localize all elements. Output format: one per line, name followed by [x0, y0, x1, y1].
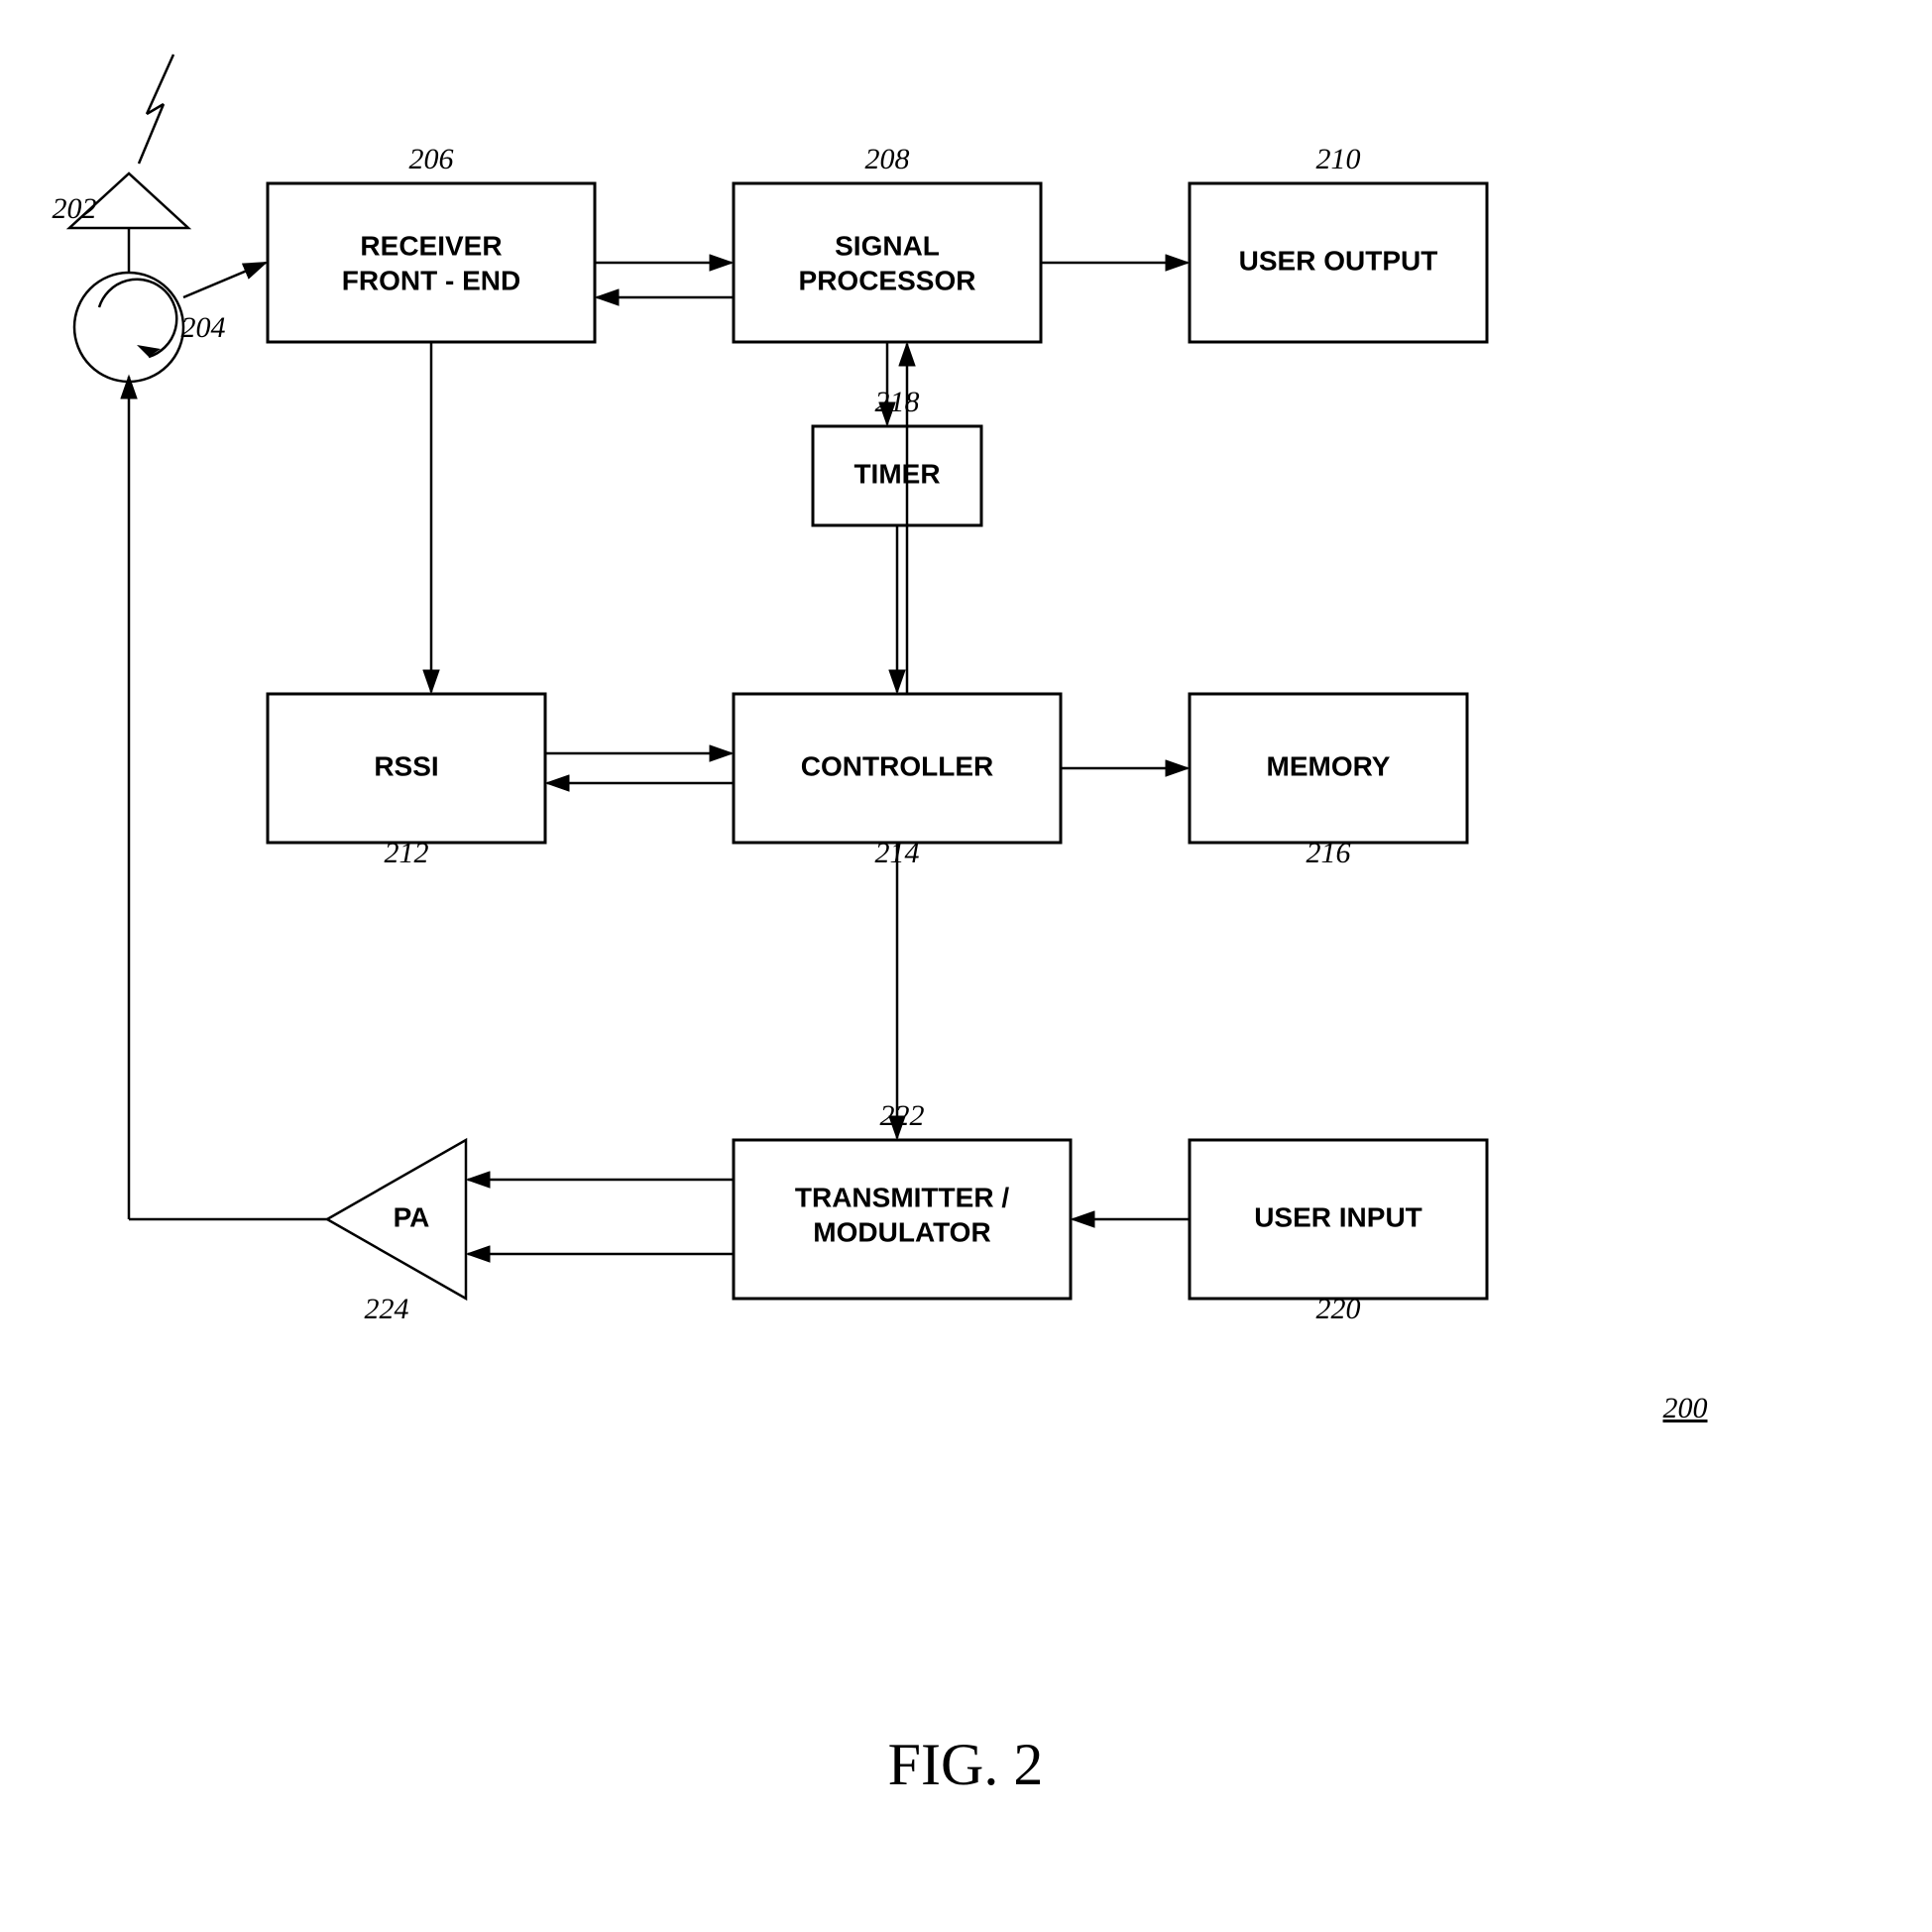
ref-202: 202: [53, 192, 97, 225]
timer-label: TIMER: [853, 458, 940, 489]
rssi-label: RSSI: [374, 750, 438, 781]
ref-218: 218: [875, 386, 920, 418]
receiver-frontend-block: [268, 183, 595, 342]
user-output-label: USER OUTPUT: [1239, 245, 1438, 276]
user-input-label: USER INPUT: [1254, 1201, 1422, 1232]
memory-label: MEMORY: [1267, 750, 1391, 781]
receiver-frontend-label: RECEIVER: [360, 230, 502, 261]
ref-216: 216: [1307, 837, 1351, 869]
circulator: [74, 273, 183, 382]
ref-206: 206: [409, 143, 454, 175]
ref-212: 212: [385, 837, 429, 869]
controller-label: CONTROLLER: [801, 750, 993, 781]
signal-processor-block: [734, 183, 1041, 342]
ref-224: 224: [365, 1293, 409, 1325]
transmitter-label: TRANSMITTER /: [795, 1182, 1009, 1212]
signal-processor-label: SIGNAL: [835, 230, 940, 261]
fig-caption: FIG. 2: [888, 1732, 1044, 1797]
ref-208: 208: [865, 143, 910, 175]
signal-processor-label2: PROCESSOR: [799, 265, 976, 295]
receiver-frontend-label2: FRONT - END: [342, 265, 520, 295]
ref-220: 220: [1316, 1293, 1361, 1325]
transmitter-label2: MODULATOR: [813, 1216, 990, 1247]
pa-label: PA: [394, 1201, 430, 1232]
arrow-circ-to-rfe: [183, 263, 266, 297]
ref-200: 200: [1663, 1392, 1708, 1424]
diagram-container: 202 204 RECEIVER FRONT - END 206 SIGNAL …: [0, 0, 1932, 1927]
ref-204: 204: [181, 311, 226, 344]
ref-222: 222: [880, 1099, 925, 1132]
ref-210: 210: [1316, 143, 1361, 175]
